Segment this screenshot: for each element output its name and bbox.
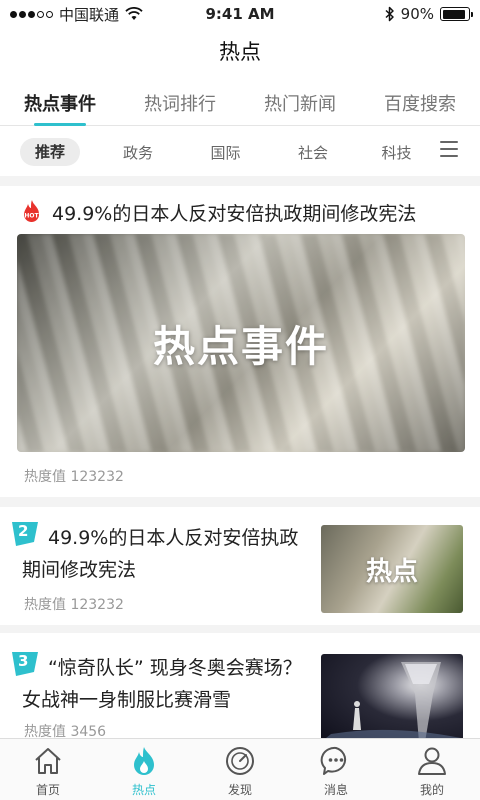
bottom-nav-label: 发现	[227, 783, 252, 797]
tab-hot-words[interactable]: 热词排行	[120, 84, 240, 125]
tab-label: 热点事件	[24, 94, 96, 115]
bottom-nav-messages[interactable]: 消息	[288, 739, 384, 800]
news-thumbnail: 热点	[321, 525, 463, 613]
bottom-nav-hot[interactable]: 热点	[96, 739, 192, 800]
message-icon	[320, 746, 347, 775]
battery-icon	[440, 7, 473, 21]
status-right: 90%	[385, 5, 473, 23]
featured-title: 49.9%的日本人反对安倍执政期间修改宪法	[52, 202, 417, 225]
tab-baidu-search[interactable]: 百度搜索	[360, 84, 480, 125]
bottom-nav-label: 热点	[131, 783, 156, 797]
bottom-nav-label: 消息	[323, 783, 348, 797]
status-bar: 中国联通 9:41 AM 90%	[0, 0, 480, 28]
carrier-name: 中国联通	[59, 5, 120, 24]
tab-hot-news[interactable]: 热门新闻	[240, 84, 360, 125]
category-recommend[interactable]: 推荐	[20, 138, 80, 166]
battery-level-fill	[442, 9, 465, 19]
hot-badge-icon: HOT	[24, 200, 40, 223]
category-bar: 推荐 政务 国际 社会 科技	[0, 135, 480, 169]
wifi-icon	[125, 7, 143, 20]
stage-figure-image	[321, 662, 461, 742]
page-title: 热点	[219, 40, 261, 64]
top-tabs: 热点事件 热词排行 热门新闻 百度搜索	[0, 84, 480, 126]
menu-icon[interactable]	[440, 141, 458, 157]
compass-icon	[226, 747, 254, 775]
bottom-nav: 首页 热点 发现 消息 我的	[0, 738, 480, 800]
bottom-nav-label: 我的	[419, 783, 444, 797]
category-politics[interactable]: 政务	[108, 142, 168, 163]
divider	[0, 176, 480, 186]
user-icon	[418, 747, 446, 775]
home-icon	[35, 748, 61, 774]
news-heat-value: 热度值 123232	[24, 597, 124, 613]
bottom-nav-label: 首页	[35, 783, 60, 797]
bluetooth-icon	[385, 6, 394, 22]
signal-strength-icon	[10, 10, 53, 18]
featured-image: 热点事件	[17, 234, 465, 452]
tab-label: 百度搜索	[384, 94, 456, 115]
news-title: “惊奇队长” 现身冬奥会赛场？女战神一身制服比赛滑雪	[22, 657, 302, 711]
tab-label: 热门新闻	[264, 94, 336, 115]
thumbnail-caption: 热点	[365, 556, 418, 587]
bottom-nav-discover[interactable]: 发现	[192, 739, 288, 800]
category-society[interactable]: 社会	[283, 142, 343, 163]
status-left: 中国联通	[10, 4, 143, 25]
divider	[0, 625, 480, 633]
tab-hot-events[interactable]: 热点事件	[0, 84, 120, 125]
bottom-nav-home[interactable]: 首页	[0, 739, 96, 800]
category-international[interactable]: 国际	[168, 142, 283, 163]
news-item[interactable]: 2 49.9%的日本人反对安倍执政期间修改宪法 热度值 123232 热点	[0, 522, 480, 632]
bottom-nav-profile[interactable]: 我的	[384, 739, 480, 800]
featured-image-caption: 热点事件	[152, 321, 329, 371]
category-tech[interactable]: 科技	[343, 142, 450, 163]
news-title: 49.9%的日本人反对安倍执政期间修改宪法	[22, 527, 299, 581]
hot-badge-text: HOT	[24, 213, 39, 220]
news-thumbnail	[321, 654, 463, 742]
flame-icon	[134, 747, 154, 775]
tab-label: 热词排行	[144, 94, 216, 115]
battery-percent: 90%	[400, 5, 434, 23]
divider	[0, 497, 480, 507]
featured-heat-value: 热度值 123232	[24, 469, 124, 485]
featured-news-card[interactable]: HOT 49.9%的日本人反对安倍执政期间修改宪法 热点事件 热度值 12323…	[0, 190, 480, 485]
